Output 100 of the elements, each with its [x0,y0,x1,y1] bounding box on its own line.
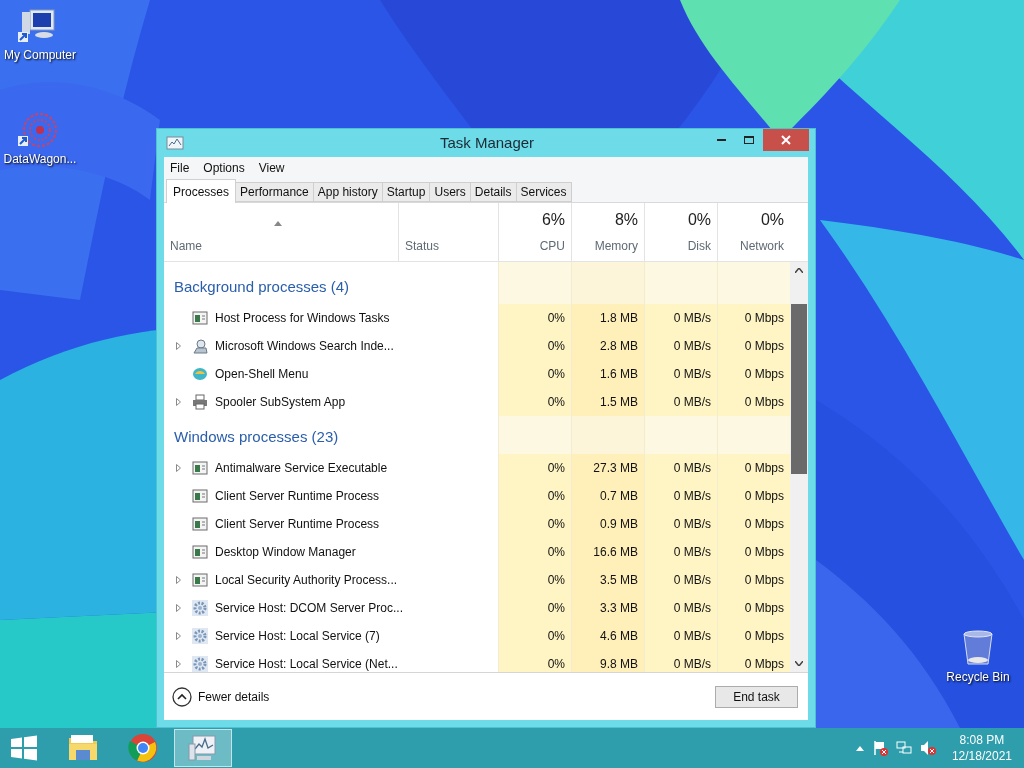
menu-item[interactable]: View [258,159,285,177]
usage-value: 0 MB/s [673,572,711,589]
window-title: Task Manager [438,132,536,153]
usage-value: 0 Mbps [744,310,784,327]
window-icon [192,572,208,588]
process-name[interactable]: Service Host: Local Service (7) [215,627,380,645]
usage-value: 0% [547,366,565,383]
group-heading[interactable]: Windows processes (23) [174,425,339,448]
process-name[interactable]: Microsoft Windows Search Inde... [215,337,394,355]
scroll-down-icon[interactable] [795,661,803,666]
usage-value: 0% [547,600,565,617]
process-name[interactable]: Antimalware Service Executable [215,459,388,477]
usage-value: 0.9 MB [600,516,638,533]
performance-monitor-icon [187,732,219,764]
show-hidden-icons-icon[interactable] [855,745,864,751]
column-header[interactable]: Name [164,203,398,261]
end-task-button[interactable]: End task [715,685,798,708]
expand-arrow-icon[interactable] [175,464,181,472]
column-label: Network [740,238,784,255]
column-total: 6% [541,210,565,230]
collapse-icon[interactable] [172,686,192,707]
usage-value: 0.7 MB [600,488,638,505]
fewer-details-link[interactable]: Fewer details [198,687,270,706]
usage-value: 0 MB/s [673,600,711,617]
group-heading[interactable]: Background processes (4) [174,275,350,298]
usage-value: 0 Mbps [744,572,784,589]
expand-arrow-icon[interactable] [175,660,181,668]
menu-item[interactable]: Options [203,159,245,177]
usage-value: 0 Mbps [744,394,784,411]
usage-value: 0 MB/s [673,338,711,355]
scrollbar[interactable] [790,262,808,672]
window-icon [192,544,208,560]
app-icon [166,135,184,151]
column-header[interactable]: 6% CPU [498,203,571,261]
process-name[interactable]: Spooler SubSystem App [215,393,346,411]
usage-value: 0 MB/s [673,366,711,383]
speaker-muted-icon[interactable] [919,740,936,756]
process-name[interactable]: Client Server Runtime Process [215,487,380,505]
close-button[interactable] [763,129,809,151]
column-total: 8% [614,210,638,230]
icon-label[interactable]: DataWagon... [3,150,77,168]
process-name[interactable]: Client Server Runtime Process [215,515,380,533]
column-label: Memory [594,238,638,255]
tab[interactable]: Details [469,182,517,202]
column-label: Name [170,238,203,255]
column-header[interactable]: Status [398,203,498,261]
expand-arrow-icon[interactable] [175,342,181,350]
column-label: Disk [687,238,711,255]
printer-icon [192,394,208,410]
flag-alert-icon[interactable] [871,740,888,756]
usage-value: 16.6 MB [593,544,638,561]
window-icon [192,516,208,532]
expand-arrow-icon[interactable] [175,632,181,640]
icon-label[interactable]: My Computer [4,46,76,64]
column-header[interactable]: 0% Network [717,203,790,261]
usage-value: 27.3 MB [593,460,638,477]
shell-icon [192,366,208,382]
tab[interactable]: Performance [235,182,314,202]
scroll-up-icon[interactable] [795,268,803,273]
close-icon [781,135,791,145]
process-name[interactable]: Local Security Authority Process... [215,571,398,589]
usage-value: 0 MB/s [673,488,711,505]
tab[interactable]: Users [429,182,471,202]
usage-value: 0 Mbps [744,544,784,561]
taskbar-button[interactable] [174,729,232,767]
usage-value: 0% [547,628,565,645]
tab[interactable]: Services [515,182,572,202]
process-name[interactable]: Service Host: Local Service (Net... [215,655,398,672]
process-name[interactable]: Open-Shell Menu [215,365,309,383]
gear-icon [192,628,208,644]
process-name[interactable]: Desktop Window Manager [215,543,356,561]
tab[interactable]: Processes [166,179,237,203]
expand-arrow-icon[interactable] [175,398,181,406]
column-header[interactable]: 0% Disk [644,203,717,261]
usage-value: 0 Mbps [744,460,784,477]
tab[interactable]: App history [312,182,383,202]
column-header[interactable]: 8% Memory [571,203,644,261]
usage-value: 0% [547,488,565,505]
process-name[interactable]: Service Host: DCOM Server Proc... [215,599,404,617]
tab[interactable]: Startup [381,182,431,202]
browser-icon [127,732,159,764]
expand-arrow-icon[interactable] [175,604,181,612]
network-icon[interactable] [895,740,912,756]
usage-value: 1.5 MB [600,394,638,411]
expand-arrow-icon[interactable] [175,576,181,584]
usage-value: 9.8 MB [600,656,638,672]
usage-value: 0 Mbps [744,600,784,617]
usage-value: 4.6 MB [600,628,638,645]
usage-value: 0 MB/s [673,460,711,477]
usage-value: 3.3 MB [600,600,638,617]
menu-item[interactable]: File [170,159,190,177]
usage-value: 0 MB/s [673,394,711,411]
start-icon[interactable] [10,735,38,761]
icon-label[interactable]: Recycle Bin [946,668,1010,686]
scrollbar-thumb[interactable] [791,304,807,474]
usage-value: 0% [547,310,565,327]
usage-value: 1.8 MB [600,310,638,327]
process-name[interactable]: Host Process for Windows Tasks [215,309,390,327]
usage-value: 0 Mbps [744,338,784,355]
gear-icon [192,656,208,672]
